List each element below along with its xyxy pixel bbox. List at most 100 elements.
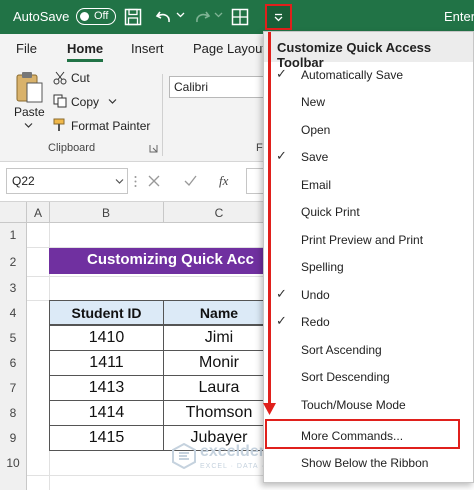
select-all-corner[interactable] <box>0 202 27 223</box>
row-header-filler <box>0 475 27 490</box>
checkmark-icon: ✓ <box>276 286 287 301</box>
table-cell-name[interactable]: Thomson <box>163 400 275 426</box>
row-header-4[interactable]: 4 <box>0 300 27 325</box>
menu-item-touch-mouse-mode[interactable]: Touch/Mouse Mode <box>264 392 473 419</box>
table-header-name[interactable]: Name <box>163 300 275 325</box>
menu-item-new[interactable]: New <box>264 89 473 116</box>
table-cell-name[interactable]: Jimi <box>163 325 275 351</box>
name-box-dropdown-icon[interactable] <box>115 178 124 185</box>
menu-item-label: Sort Descending <box>301 370 390 384</box>
tab-page-layout[interactable]: Page Layout <box>193 41 266 56</box>
row-header-2[interactable]: 2 <box>0 247 27 276</box>
menu-item-label: Save <box>301 150 329 164</box>
menu-item-sort-ascending[interactable]: Sort Ascending <box>264 337 473 364</box>
table-header-student-id[interactable]: Student ID <box>49 300 164 325</box>
menu-item-label: Open <box>301 123 331 137</box>
menu-item-show-below-the-ribbon[interactable]: Show Below the Ribbon <box>264 450 473 477</box>
autosave-knob <box>80 11 89 21</box>
menu-item-quick-print[interactable]: Quick Print <box>264 199 473 226</box>
undo-icon[interactable] <box>155 8 173 26</box>
autosave-state: Off <box>94 10 109 22</box>
scissors-icon[interactable] <box>53 71 67 85</box>
format-painter-icon[interactable] <box>53 118 67 132</box>
row-header-7[interactable]: 7 <box>0 375 27 400</box>
clipboard-group-label: Clipboard <box>48 142 96 154</box>
menu-item-sort-descending[interactable]: Sort Descending <box>264 364 473 391</box>
group-separator <box>162 74 163 156</box>
row-header-1[interactable]: 1 <box>0 223 27 247</box>
menu-item-email[interactable]: Email <box>264 172 473 199</box>
active-tab-indicator <box>67 59 103 62</box>
table-cell-id[interactable]: 1414 <box>49 400 164 426</box>
checkmark-icon: ✓ <box>276 148 287 163</box>
font-name-value: Calibri <box>174 80 209 94</box>
copy-icon[interactable] <box>53 94 67 108</box>
column-divider <box>49 202 50 223</box>
sheet-title-banner[interactable]: Customizing Quick Acc <box>49 248 269 274</box>
insert-function-button[interactable]: fx <box>219 173 228 189</box>
menu-item-redo[interactable]: ✓ Redo <box>264 309 473 336</box>
table-cell-id[interactable]: 1410 <box>49 325 164 351</box>
tab-home[interactable]: Home <box>67 41 103 56</box>
font-group-label: F <box>256 142 263 154</box>
row-header-10[interactable]: 10 <box>0 450 27 475</box>
table-cell-id[interactable]: 1413 <box>49 375 164 401</box>
annotation-arrow-line <box>268 32 271 406</box>
row-header-5[interactable]: 5 <box>0 325 27 350</box>
undo-dropdown-icon[interactable] <box>176 10 185 19</box>
menu-item-label: Undo <box>301 288 330 302</box>
dialog-launcher-icon[interactable] <box>149 144 158 153</box>
table-cell-id[interactable]: 1411 <box>49 350 164 376</box>
redo-icon[interactable] <box>193 8 211 26</box>
menu-item-print-preview-and-print[interactable]: Print Preview and Print <box>264 227 473 254</box>
enter-icon[interactable] <box>184 175 197 187</box>
menu-item-save[interactable]: ✓ Save <box>264 144 473 171</box>
menu-item-label: Email <box>301 178 332 192</box>
paste-label[interactable]: Paste <box>14 105 45 119</box>
paste-dropdown-icon[interactable] <box>24 122 33 129</box>
touch-mode-icon[interactable] <box>231 8 249 26</box>
column-divider <box>163 202 164 223</box>
menu-item-undo[interactable]: ✓ Undo <box>264 282 473 309</box>
checkmark-icon: ✓ <box>276 66 287 81</box>
font-name-box[interactable]: Calibri <box>169 76 265 98</box>
tab-file[interactable]: File <box>16 41 37 56</box>
customize-qat-menu: Customize Quick Access Toolbar ✓ Automati… <box>263 31 474 483</box>
watermark-logo-icon <box>172 443 196 469</box>
title-bar: AutoSave Off Enter <box>0 0 474 34</box>
formula-bar-grip-icon <box>134 175 137 188</box>
column-header-a[interactable]: A <box>27 206 49 220</box>
save-icon[interactable] <box>124 8 142 26</box>
menu-item-open[interactable]: Open <box>264 117 473 144</box>
autosave-toggle[interactable]: Off <box>76 8 116 25</box>
annotation-arrowhead-icon <box>263 403 276 415</box>
customize-qat-button[interactable] <box>265 4 292 30</box>
name-box[interactable]: Q22 <box>6 168 128 194</box>
row-header-6[interactable]: 6 <box>0 350 27 375</box>
menu-item-spelling[interactable]: Spelling <box>264 254 473 281</box>
row-header-3[interactable]: 3 <box>0 276 27 300</box>
table-cell-name[interactable]: Monir <box>163 350 275 376</box>
copy-button[interactable]: Copy <box>71 95 99 109</box>
table-cell-id[interactable]: 1415 <box>49 425 164 451</box>
menu-item-label: Quick Print <box>301 205 360 219</box>
checkmark-icon: ✓ <box>276 313 287 328</box>
menu-item-label: Sort Ascending <box>301 343 382 357</box>
copy-dropdown-icon[interactable] <box>108 98 117 105</box>
column-header-c[interactable]: C <box>163 206 275 220</box>
format-painter-button[interactable]: Format Painter <box>71 119 150 133</box>
menu-item-automatically-save[interactable]: ✓ Automatically Save <box>264 62 473 89</box>
tab-insert[interactable]: Insert <box>131 41 164 56</box>
row-header-8[interactable]: 8 <box>0 400 27 425</box>
column-header-b[interactable]: B <box>49 206 163 220</box>
menu-item-label: Redo <box>301 315 330 329</box>
more-commands-highlight <box>265 419 460 449</box>
menu-item-label: Automatically Save <box>301 68 404 82</box>
cut-button[interactable]: Cut <box>71 71 90 85</box>
table-cell-name[interactable]: Laura <box>163 375 275 401</box>
cancel-icon[interactable] <box>148 175 160 187</box>
autosave-label: AutoSave <box>13 9 70 24</box>
paste-icon[interactable] <box>14 70 44 106</box>
redo-dropdown-icon[interactable] <box>214 10 223 19</box>
row-header-9[interactable]: 9 <box>0 425 27 450</box>
